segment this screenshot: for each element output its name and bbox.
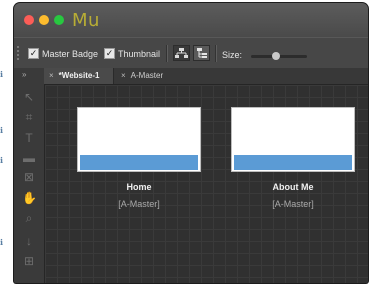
tools-panel: » ↖ ⌗ T ▬ ⊠ ✋ ⌕ ↓ ⊞ [14, 68, 45, 283]
download-icon[interactable]: ↓ [22, 234, 36, 248]
page-name[interactable]: About Me [231, 182, 355, 192]
size-slider-thumb[interactable] [272, 52, 281, 60]
master-badge-checkbox[interactable]: ✓ [28, 48, 39, 59]
toolbar-grip[interactable] [17, 46, 23, 60]
minimize-window-button[interactable] [39, 15, 49, 25]
size-label: Size: [222, 50, 243, 60]
desktop-fragment-icon: ℹ [0, 156, 4, 165]
collapse-panel-icon[interactable]: » [22, 70, 26, 79]
tab-website-1[interactable]: × *Website-1 [44, 68, 114, 84]
toolbar-divider [166, 45, 168, 62]
tab-label: A-Master [130, 71, 164, 80]
grid-icon[interactable]: ⊞ [22, 254, 36, 268]
image-frame-icon[interactable]: ⊠ [22, 170, 36, 184]
document-tab-bar: × *Website-1 × A-Master [44, 68, 368, 85]
page-master-label: [A-Master] [272, 199, 314, 209]
plan-canvas[interactable]: Home [A-Master] About Me [A-Master] [45, 85, 368, 283]
rectangle-icon[interactable]: ▬ [22, 151, 36, 165]
desktop-background-strip: ℹ ℹ ℹ ℹ [0, 0, 14, 289]
muse-window: Mu ✓ Master Badge ✓ Thumbnail Size: » ↖ … [14, 3, 368, 283]
title-bar[interactable]: Mu [14, 3, 368, 37]
master-badge-label: Master Badge [42, 48, 99, 59]
desktop-fragment-icon: ℹ [0, 70, 4, 79]
zoom-window-button[interactable] [54, 15, 64, 25]
thumbnail-checkbox[interactable]: ✓ [104, 48, 115, 59]
crop-icon[interactable]: ⌗ [22, 110, 36, 124]
close-window-button[interactable] [24, 15, 34, 25]
desktop-fragment-icon: ℹ [0, 126, 4, 135]
thumbnail-bar [80, 155, 198, 170]
page-card-home[interactable]: Home [A-Master] [77, 107, 201, 209]
thumbnail-label: Thumbnail [118, 48, 161, 59]
page-name[interactable]: Home [77, 182, 201, 192]
app-logo: Mu [72, 10, 100, 31]
tab-a-master[interactable]: × A-Master [116, 68, 186, 84]
size-slider[interactable] [251, 52, 307, 60]
list-tree-icon [197, 48, 207, 58]
thumbnail-bar [234, 155, 352, 170]
list-view-button[interactable] [193, 45, 210, 61]
hand-icon[interactable]: ✋ [22, 191, 37, 205]
sitemap-view-button[interactable] [173, 45, 190, 61]
selection-arrow-icon[interactable]: ↖ [22, 90, 36, 104]
page-thumbnail[interactable] [77, 107, 201, 172]
page-master-label: [A-Master] [118, 199, 160, 209]
sitemap-tree-icon [175, 48, 188, 58]
desktop-fragment-icon: ℹ [0, 238, 4, 247]
plan-toolbar: ✓ Master Badge ✓ Thumbnail Size: [14, 37, 368, 69]
close-tab-icon[interactable]: × [49, 71, 54, 80]
zoom-icon[interactable]: ⌕ [22, 211, 36, 225]
tab-label: *Website-1 [58, 71, 100, 80]
close-tab-icon[interactable]: × [121, 71, 126, 80]
toolbar-divider [215, 45, 217, 62]
page-thumbnail[interactable] [231, 107, 355, 172]
text-icon[interactable]: T [22, 131, 36, 145]
thumbnail-option[interactable]: ✓ Thumbnail [104, 47, 160, 60]
page-card-about-me[interactable]: About Me [A-Master] [231, 107, 355, 209]
master-badge-option[interactable]: ✓ Master Badge [28, 47, 98, 60]
